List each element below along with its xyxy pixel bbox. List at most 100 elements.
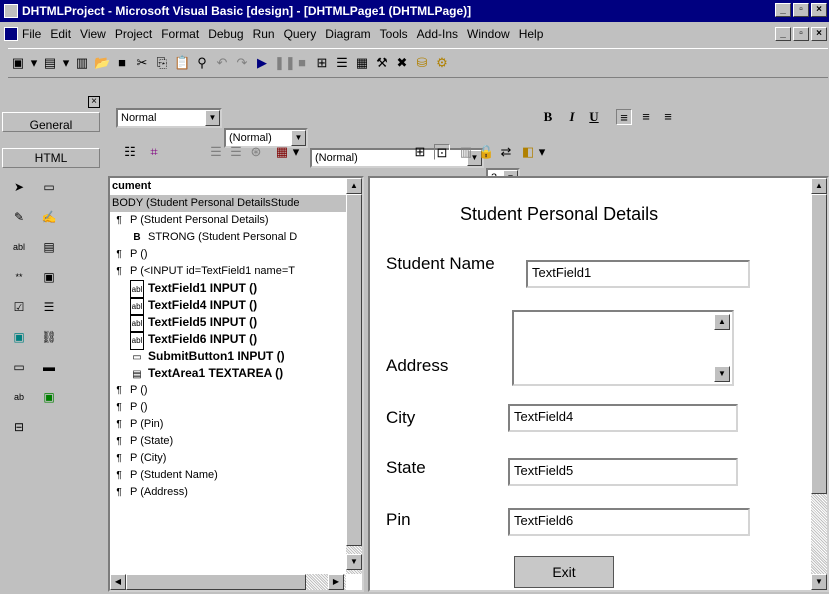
wrap-icon[interactable]: ◧	[520, 144, 536, 160]
menu-help[interactable]: Help	[519, 27, 544, 41]
bold-icon[interactable]: B	[540, 109, 556, 125]
doc-close-button[interactable]: ×	[811, 27, 827, 41]
menu-debug[interactable]: Debug	[208, 27, 243, 41]
tree-item[interactable]: abl TextField5 INPUT ()	[110, 314, 362, 333]
tree-item[interactable]: abl TextField6 INPUT ()	[110, 331, 362, 350]
scroll-right-icon[interactable]: ▶	[328, 574, 344, 590]
checkbox-icon[interactable]: ☑	[4, 292, 34, 322]
scroll-thumb[interactable]	[346, 194, 362, 546]
component-manager-icon[interactable]: ⚙	[434, 55, 450, 71]
link-icon[interactable]: ⊛	[248, 144, 264, 160]
paste-icon[interactable]: 📋	[174, 55, 190, 71]
tree-item[interactable]: B STRONG (Student Personal D	[110, 229, 362, 246]
tree-item[interactable]: ▭ SubmitButton1 INPUT ()	[110, 348, 362, 365]
align-right-icon[interactable]: ≡	[660, 109, 676, 125]
launch-editor-icon[interactable]: ⌗	[146, 144, 162, 160]
password-icon[interactable]: **	[4, 262, 34, 292]
menu-diagram[interactable]: Diagram	[325, 27, 370, 41]
find-icon[interactable]: ⚲	[194, 55, 210, 71]
underline-icon[interactable]: U	[586, 109, 602, 125]
tree-item[interactable]: ¶ P (Student Name)	[110, 467, 362, 484]
menu-view[interactable]: View	[80, 27, 106, 41]
start-icon[interactable]: ▶	[254, 55, 270, 71]
pin-field[interactable]: TextField6	[508, 508, 750, 536]
tree-item[interactable]: abl TextField4 INPUT ()	[110, 297, 362, 316]
designer-scroll-thumb[interactable]	[811, 194, 827, 494]
tree-item[interactable]: abl TextField1 INPUT ()	[110, 280, 362, 299]
lock-icon[interactable]: 🔒	[478, 144, 494, 160]
menu-query[interactable]: Query	[284, 27, 317, 41]
redo-icon[interactable]: ↷	[234, 55, 250, 71]
textarea-tool-icon[interactable]: ✍	[34, 202, 64, 232]
city-field[interactable]: TextField4	[508, 404, 738, 432]
close-button[interactable]: ×	[811, 3, 827, 17]
hyperlink-icon[interactable]: ⛓	[34, 322, 64, 352]
document-tree[interactable]: cument BODY (Student Personal DetailsStu…	[108, 176, 364, 592]
page-designer[interactable]: Student Personal Details Student Name Te…	[368, 176, 829, 592]
doc-minimize-button[interactable]: _	[775, 27, 791, 41]
input-image-icon[interactable]: ▣	[34, 382, 64, 412]
textfield-tool-icon[interactable]: ✎	[4, 202, 34, 232]
dropdown-arrow-icon[interactable]: ▾	[30, 55, 38, 71]
bring-front-icon[interactable]: ⇄	[498, 144, 514, 160]
restore-button[interactable]: ▫	[793, 3, 809, 17]
button-tool-icon[interactable]: ▭	[34, 172, 64, 202]
table-icon[interactable]: ▦	[274, 144, 290, 160]
numbered-list-icon[interactable]: ☰	[208, 144, 224, 160]
dropdown-arrow-icon[interactable]: ▾	[292, 144, 300, 160]
add-project-icon[interactable]: ▣	[10, 55, 26, 71]
save-icon[interactable]: ■	[114, 55, 130, 71]
menu-tools[interactable]: Tools	[380, 27, 408, 41]
grid-icon[interactable]: ⊞	[412, 144, 428, 160]
project-explorer-icon[interactable]: ⊞	[314, 55, 330, 71]
open-icon[interactable]: 📂	[94, 55, 110, 71]
tree-item[interactable]: ¶ P (State)	[110, 433, 362, 450]
scroll-down-icon[interactable]: ▼	[346, 554, 362, 570]
tree-item[interactable]: ¶ P ()	[110, 246, 362, 263]
designer-scroll-up-icon[interactable]: ▲	[811, 178, 827, 194]
select-icon[interactable]: ▣	[34, 262, 64, 292]
text-field-icon[interactable]: abl	[4, 232, 34, 262]
style-combo[interactable]: Normal ▼	[116, 108, 222, 128]
designer-scroll-down-icon[interactable]: ▼	[811, 574, 827, 590]
tree-item[interactable]: ▤ TextArea1 TEXTAREA ()	[110, 365, 362, 382]
designer-vscroll[interactable]: ▲ ▼	[811, 178, 827, 590]
menu-file[interactable]: File	[22, 27, 41, 41]
tree-item[interactable]: ¶ P ()	[110, 382, 362, 399]
dropdown-arrow-icon[interactable]: ▾	[538, 144, 546, 160]
pointer-icon[interactable]: ➤	[4, 172, 34, 202]
align-left-icon[interactable]: ≡	[616, 109, 632, 125]
toolbox-close-icon[interactable]: ×	[88, 96, 100, 108]
menu-edit[interactable]: Edit	[50, 27, 71, 41]
tree-item[interactable]: ¶ P (Address)	[110, 484, 362, 501]
tree-item[interactable]: ¶ P (Student Personal Details)	[110, 212, 362, 229]
scroll-left-icon[interactable]: ◀	[110, 574, 126, 590]
fileupload-icon[interactable]: ▬	[34, 352, 64, 382]
minimize-button[interactable]: _	[775, 3, 791, 17]
absolute-mode-icon[interactable]: ⊡	[434, 144, 450, 160]
copy-icon[interactable]: ⎘	[154, 55, 170, 71]
italic-icon[interactable]: I	[564, 109, 580, 125]
end-icon[interactable]: ■	[294, 55, 310, 71]
toolbox-icon[interactable]: ✖	[394, 55, 410, 71]
menu-editor-icon[interactable]: ▥	[74, 55, 90, 71]
tree-item[interactable]: BODY (Student Personal DetailsStude	[110, 195, 362, 212]
properties-page-icon[interactable]: ☷	[122, 144, 138, 160]
dropdown-arrow-icon[interactable]: ▾	[62, 55, 70, 71]
tree-vscroll[interactable]: ▲ ▼	[346, 178, 362, 574]
data-view-icon[interactable]: ⛁	[414, 55, 430, 71]
form-layout-icon[interactable]: ▦	[354, 55, 370, 71]
bulleted-list-icon[interactable]: ☰	[228, 144, 244, 160]
exit-button[interactable]: Exit	[514, 556, 614, 588]
address-textarea[interactable]: ▲ ▼	[512, 310, 734, 386]
scroll-up-icon[interactable]: ▲	[346, 178, 362, 194]
add-form-icon[interactable]: ▤	[42, 55, 58, 71]
menu-window[interactable]: Window	[467, 27, 510, 41]
option-icon[interactable]: ⊟	[4, 412, 34, 442]
toolbox-tab-general[interactable]: General	[2, 112, 100, 132]
position-icon[interactable]: ▥	[458, 144, 474, 160]
menu-format[interactable]: Format	[161, 27, 199, 41]
menu-addins[interactable]: Add-Ins	[417, 27, 458, 41]
properties-icon[interactable]: ☰	[334, 55, 350, 71]
undo-icon[interactable]: ↶	[214, 55, 230, 71]
